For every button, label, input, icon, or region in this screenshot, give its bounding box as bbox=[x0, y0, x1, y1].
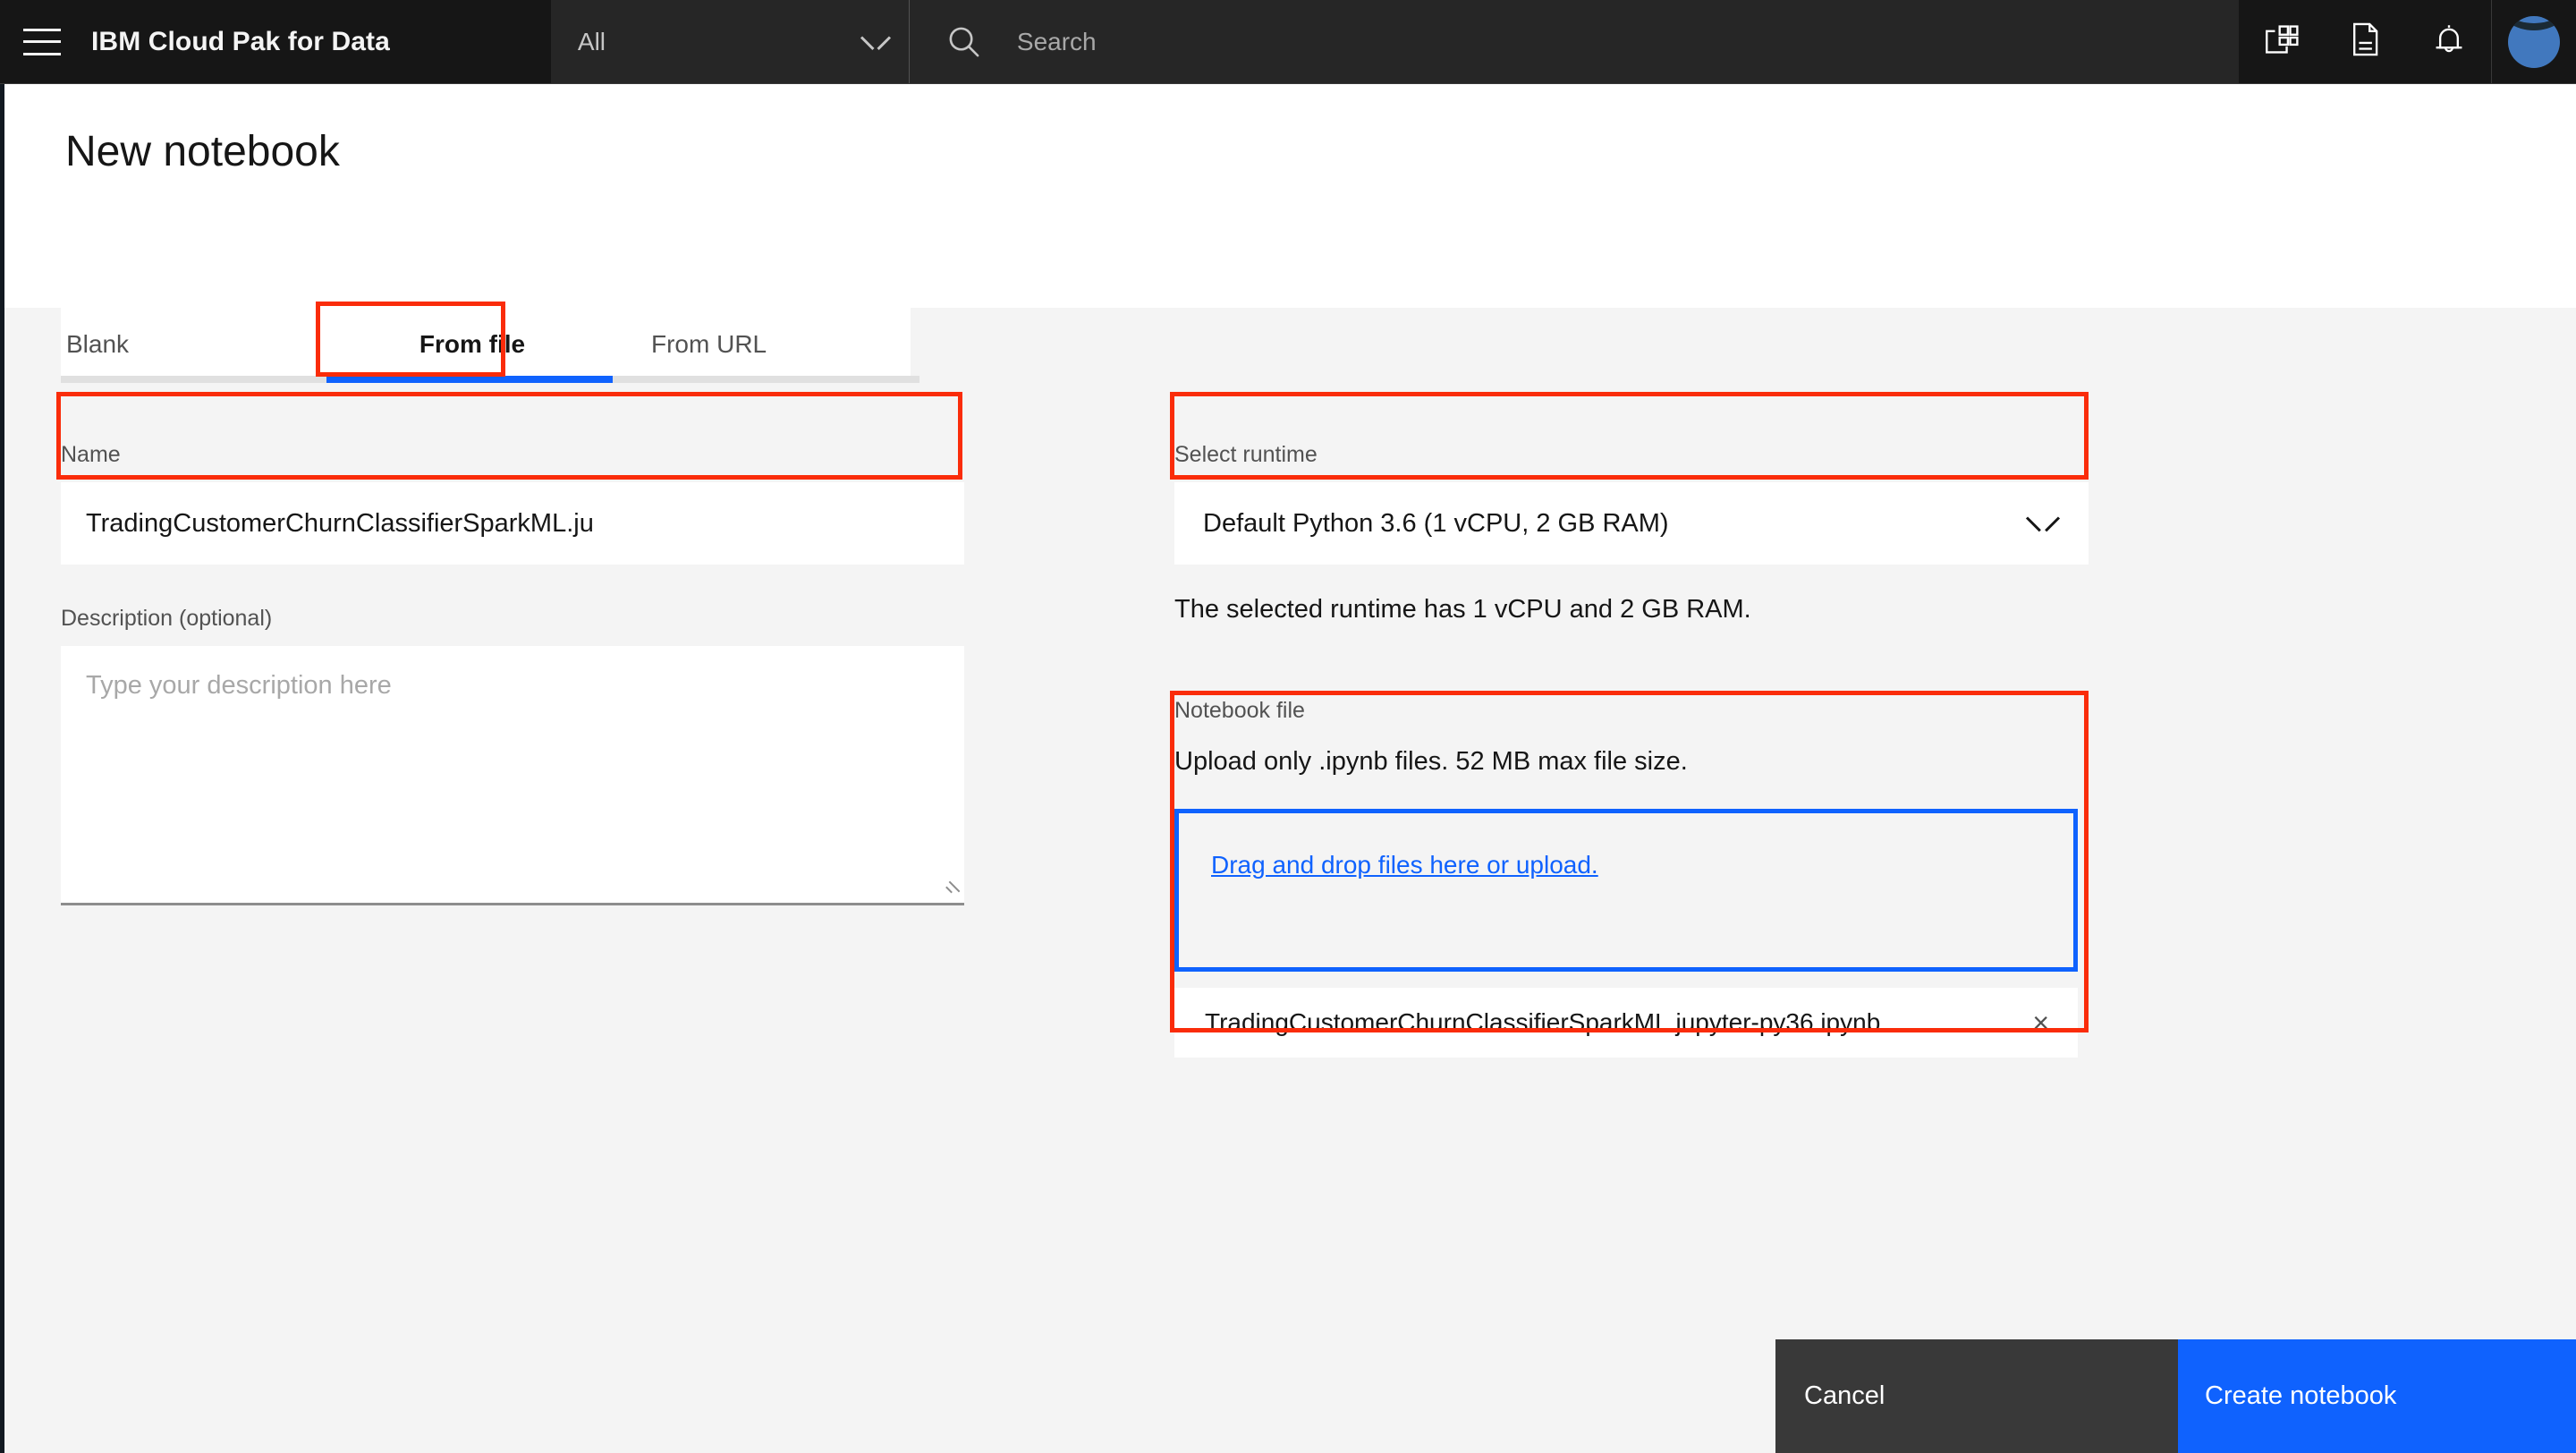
user-avatar-button[interactable] bbox=[2491, 0, 2576, 83]
search-input[interactable]: Search bbox=[1017, 28, 1097, 56]
tab-blank-label: Blank bbox=[66, 330, 130, 358]
apps-grid-button[interactable] bbox=[2239, 0, 2323, 83]
close-icon[interactable]: × bbox=[2032, 1008, 2049, 1037]
right-form-column: Select runtime Default Python 3.6 (1 vCP… bbox=[1174, 442, 2089, 1058]
name-input[interactable]: TradingCustomerChurnClassifierSparkML.ju bbox=[61, 482, 964, 565]
uploaded-file-row: TradingCustomerChurnClassifierSparkML.ju… bbox=[1174, 988, 2078, 1058]
chevron-down-icon bbox=[862, 34, 889, 50]
notification-bell-icon bbox=[2430, 21, 2468, 63]
chevron-down-icon bbox=[2028, 514, 2058, 532]
page-header-area bbox=[4, 84, 2576, 308]
source-tabs: Blank From file From URL bbox=[61, 308, 911, 381]
global-search[interactable]: Search bbox=[908, 0, 2239, 83]
hamburger-menu-button[interactable] bbox=[0, 0, 84, 83]
tab-blank[interactable]: Blank bbox=[61, 308, 329, 381]
search-scope-select[interactable]: All bbox=[550, 0, 909, 83]
page-title: New notebook bbox=[65, 128, 340, 175]
document-button[interactable] bbox=[2323, 0, 2407, 83]
upload-constraints-text: Upload only .ipynb files. 52 MB max file… bbox=[1174, 747, 1688, 776]
notebook-file-label: Notebook file bbox=[1174, 698, 1305, 723]
notifications-button[interactable] bbox=[2407, 0, 2491, 83]
search-icon bbox=[944, 21, 985, 63]
description-field-label: Description (optional) bbox=[61, 606, 273, 631]
tab-from-file[interactable]: From file bbox=[329, 308, 615, 381]
tab-from-url[interactable]: From URL bbox=[615, 308, 911, 381]
hamburger-menu-icon bbox=[23, 28, 61, 55]
document-icon bbox=[2346, 21, 2384, 63]
description-placeholder: Type your description here bbox=[86, 671, 392, 700]
create-notebook-button[interactable]: Create notebook bbox=[2178, 1339, 2576, 1453]
tab-underline bbox=[61, 376, 919, 383]
runtime-helper-text: The selected runtime has 1 vCPU and 2 GB… bbox=[1174, 595, 1751, 624]
upload-link[interactable]: Drag and drop files here or upload. bbox=[1211, 851, 1598, 879]
form-action-bar: Cancel Create notebook bbox=[1775, 1339, 2576, 1453]
runtime-select-value: Default Python 3.6 (1 vCPU, 2 GB RAM) bbox=[1203, 508, 1669, 538]
avatar bbox=[2508, 15, 2560, 68]
uploaded-file-name: TradingCustomerChurnClassifierSparkML.ju… bbox=[1205, 1008, 1881, 1036]
resize-handle-icon[interactable] bbox=[939, 878, 961, 896]
runtime-select[interactable]: Default Python 3.6 (1 vCPU, 2 GB RAM) bbox=[1174, 482, 2089, 565]
create-notebook-label: Create notebook bbox=[2205, 1381, 2397, 1410]
header-spacer bbox=[390, 0, 551, 83]
page-body: New notebook Blank From file From URL Na… bbox=[0, 84, 2576, 1453]
tab-from-file-label: From file bbox=[419, 330, 526, 358]
left-form-column: Name TradingCustomerChurnClassifierSpark… bbox=[61, 442, 964, 905]
tab-active-indicator bbox=[326, 376, 613, 383]
apps-grid-icon bbox=[2262, 21, 2300, 63]
cancel-button-label: Cancel bbox=[1804, 1381, 1885, 1410]
cancel-button[interactable]: Cancel bbox=[1775, 1339, 2178, 1453]
description-textarea[interactable]: Type your description here bbox=[61, 646, 964, 905]
name-input-value: TradingCustomerChurnClassifierSparkML.ju bbox=[86, 508, 594, 538]
brand-title: IBM Cloud Pak for Data bbox=[91, 26, 390, 56]
search-scope-value: All bbox=[577, 27, 606, 55]
app-header: IBM Cloud Pak for Data All Search bbox=[0, 0, 2576, 84]
runtime-field-label: Select runtime bbox=[1174, 442, 1318, 467]
header-action-icons bbox=[2239, 0, 2576, 83]
name-field-label: Name bbox=[61, 442, 121, 467]
file-dropzone[interactable]: Drag and drop files here or upload. bbox=[1174, 809, 2078, 972]
tab-from-url-label: From URL bbox=[651, 330, 767, 358]
